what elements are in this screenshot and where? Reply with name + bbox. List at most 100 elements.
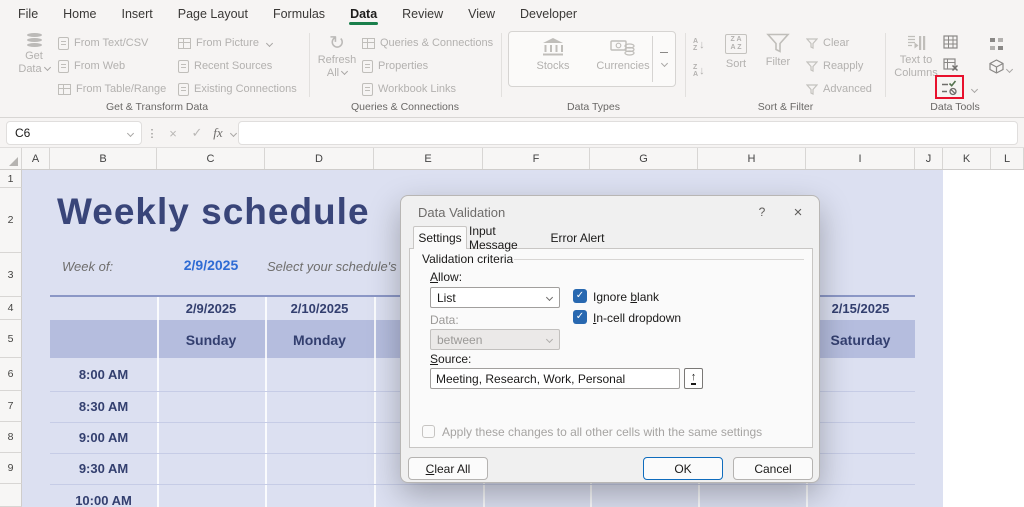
sort-button[interactable]: Z AA Z Sort [716, 34, 756, 71]
sheet-title[interactable]: Weekly schedule [57, 191, 370, 233]
day-cell-saturday[interactable]: Saturday [806, 330, 915, 350]
gallery-more-button[interactable] [657, 52, 671, 73]
row-header-8[interactable]: 8 [0, 422, 22, 453]
date-cell-saturday[interactable]: 2/15/2025 [806, 299, 915, 318]
flash-fill-button[interactable] [943, 35, 958, 54]
get-data-button[interactable]: Get Data [12, 33, 56, 76]
column-header-h[interactable]: H [698, 148, 806, 169]
connection-icon [178, 82, 189, 96]
day-cell-sunday[interactable]: Sunday [157, 330, 265, 350]
time-cell-830[interactable]: 8:30 AM [50, 398, 157, 414]
week-of-label[interactable]: Week of: [62, 259, 113, 274]
name-box[interactable]: C6 [6, 121, 142, 145]
time-cell-1000[interactable]: 10:00 AM [50, 492, 157, 507]
date-cell-sunday[interactable]: 2/9/2025 [157, 299, 265, 318]
formula-input[interactable] [238, 121, 1018, 145]
workbook-links-button[interactable]: Workbook Links [362, 81, 456, 97]
row-header-3[interactable]: 3 [0, 253, 22, 297]
row-header-1[interactable]: 1 [0, 170, 22, 188]
menu-tab-data[interactable]: Data [348, 3, 379, 25]
menu-tab-insert[interactable]: Insert [120, 3, 155, 25]
filter-button[interactable]: Filter [758, 33, 798, 69]
date-cell-monday[interactable]: 2/10/2025 [265, 299, 374, 318]
row-header-5[interactable]: 5 [0, 320, 22, 358]
cancel-entry-button[interactable]: × [162, 121, 184, 145]
row-header-10[interactable] [0, 484, 22, 507]
tab-settings[interactable]: Settings [413, 226, 467, 249]
group-separator [309, 33, 310, 97]
menu-tab-review[interactable]: Review [400, 3, 445, 25]
text-to-columns-button[interactable]: Text to Columns [892, 34, 940, 80]
source-input[interactable] [430, 368, 680, 389]
from-web-button[interactable]: From Web [58, 58, 125, 74]
column-header-d[interactable]: D [265, 148, 374, 169]
column-header-f[interactable]: F [483, 148, 590, 169]
column-header-c[interactable]: C [157, 148, 265, 169]
column-header-e[interactable]: E [374, 148, 483, 169]
menu-tab-file[interactable]: File [16, 3, 40, 25]
clear-all-button[interactable]: Clear All [408, 457, 488, 480]
sort-ascending-button[interactable]: A Z ↓ [693, 38, 705, 52]
day-cell-monday[interactable]: Monday [265, 330, 374, 350]
close-button[interactable]: × [787, 202, 809, 222]
data-validation-dropdown[interactable] [970, 85, 979, 94]
help-button[interactable]: ? [751, 202, 773, 222]
column-header-l[interactable]: L [991, 148, 1024, 169]
from-table-range-button[interactable]: From Table/Range [58, 81, 166, 97]
time-cell-800[interactable]: 8:00 AM [50, 366, 157, 382]
clear-filter-button[interactable]: Clear [806, 35, 849, 51]
refresh-all-button[interactable]: ↻ Refresh All [315, 33, 359, 80]
column-header-b[interactable]: B [50, 148, 157, 169]
menu-tab-home[interactable]: Home [61, 3, 98, 25]
insert-function-button[interactable]: fx [208, 121, 228, 145]
up-arrow-icon: ↑ [690, 371, 697, 385]
row-header-9[interactable]: 9 [0, 453, 22, 484]
data-model-button[interactable] [989, 59, 1014, 79]
menu-tab-page-layout[interactable]: Page Layout [176, 3, 250, 25]
ok-button[interactable]: OK [643, 457, 723, 480]
column-header-k[interactable]: K [943, 148, 991, 169]
sort-za-az-icon: Z AA Z [725, 34, 747, 54]
collapse-dialog-button[interactable]: ↑ [684, 368, 703, 389]
time-cell-900[interactable]: 9:00 AM [50, 429, 157, 445]
time-cell-930[interactable]: 9:30 AM [50, 460, 157, 476]
column-header-j[interactable]: J [915, 148, 943, 169]
tab-error-alert[interactable]: Error Alert [545, 226, 610, 249]
allow-dropdown[interactable]: List [430, 287, 560, 308]
stocks-button[interactable]: Stocks [521, 37, 585, 72]
reapply-filter-button[interactable]: Reapply [806, 58, 863, 74]
menu-tab-developer[interactable]: Developer [518, 3, 579, 25]
menu-tab-formulas[interactable]: Formulas [271, 3, 327, 25]
grid-hline [50, 484, 915, 485]
confirm-entry-button[interactable]: ✓ [186, 121, 208, 145]
row-header-7[interactable]: 7 [0, 391, 22, 422]
apply-to-all-checkbox[interactable] [422, 425, 435, 438]
currencies-button[interactable]: Currencies [591, 37, 655, 72]
column-header-g[interactable]: G [590, 148, 698, 169]
from-picture-button[interactable]: From Picture [178, 35, 274, 51]
from-text-csv-button[interactable]: From Text/CSV [58, 35, 148, 51]
row-header-2[interactable]: 2 [0, 188, 22, 253]
in-cell-dropdown-checkbox[interactable]: ✓ [573, 310, 587, 324]
sort-descending-button[interactable]: Z A ↓ [693, 64, 705, 78]
column-header-i[interactable]: I [806, 148, 915, 169]
tab-input-message[interactable]: Input Message [469, 224, 543, 252]
column-header-a[interactable]: A [22, 148, 50, 169]
select-all-corner[interactable] [0, 148, 22, 169]
properties-button[interactable]: Properties [362, 58, 428, 74]
week-of-value[interactable]: 2/9/2025 [157, 256, 265, 274]
group-label-data-types: Data Types [567, 101, 620, 113]
queries-connections-button[interactable]: Queries & Connections [362, 35, 493, 51]
advanced-filter-button[interactable]: Advanced [806, 81, 872, 97]
menu-tab-view[interactable]: View [466, 3, 497, 25]
funnel-refresh-icon [806, 60, 818, 72]
cancel-button[interactable]: Cancel [733, 457, 813, 480]
chevron-down-icon [1005, 65, 1014, 74]
row-header-4[interactable]: 4 [0, 297, 22, 320]
consolidate-button[interactable] [989, 37, 1004, 56]
excel-window: File Home Insert Page Layout Formulas Da… [0, 0, 1024, 507]
ignore-blank-checkbox[interactable]: ✓ [573, 289, 587, 303]
recent-sources-button[interactable]: Recent Sources [178, 58, 272, 74]
row-header-6[interactable]: 6 [0, 358, 22, 391]
existing-connections-button[interactable]: Existing Connections [178, 81, 297, 97]
